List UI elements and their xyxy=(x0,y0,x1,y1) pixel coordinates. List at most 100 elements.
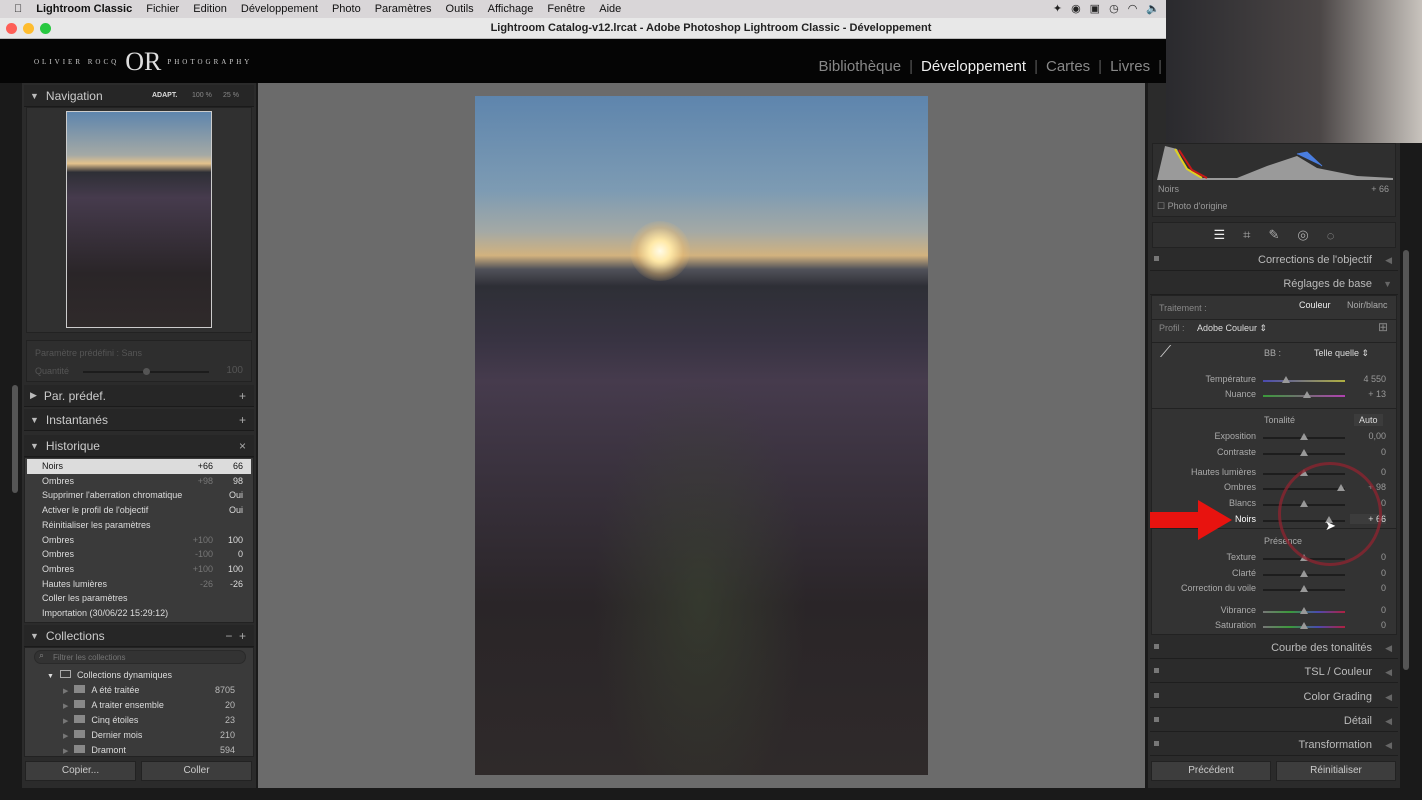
history-item[interactable]: Ombres -100 0 xyxy=(27,547,251,562)
tray-icon[interactable]: ✦ xyxy=(1053,2,1062,15)
slider-saturation[interactable] xyxy=(1263,622,1345,629)
slider-value[interactable]: 0 xyxy=(1350,568,1386,578)
amount-slider-thumb[interactable] xyxy=(143,368,150,375)
history-item[interactable]: Ombres +98 98 xyxy=(27,474,251,489)
reset-button[interactable]: Réinitialiser xyxy=(1276,761,1396,781)
collections-header[interactable]: ▼ Collections − + xyxy=(24,625,254,647)
treatment-bw[interactable]: Noir/blanc xyxy=(1347,300,1388,310)
tray-icon[interactable]: ◉ xyxy=(1071,2,1081,15)
zoom-25[interactable]: 25 % xyxy=(223,92,239,99)
minimize-button[interactable] xyxy=(23,23,34,34)
treatment-color[interactable]: Couleur xyxy=(1299,300,1331,310)
eyedropper-icon[interactable]: ⟋ xyxy=(1160,344,1171,362)
slider-température[interactable] xyxy=(1263,376,1345,383)
zoom-button[interactable] xyxy=(40,23,51,34)
toggle-icon[interactable] xyxy=(1154,692,1159,698)
toggle-icon[interactable] xyxy=(1154,668,1159,674)
menu-app[interactable]: Lightroom Classic xyxy=(36,3,132,15)
navigation-header[interactable]: ▼ Navigation ADAPT. 100 % 25 % xyxy=(24,85,254,107)
sliders-icon[interactable]: ☰ xyxy=(1214,227,1226,243)
slider-exposition[interactable] xyxy=(1263,433,1345,440)
expand-icon[interactable]: ▶ xyxy=(63,748,68,755)
copy-button[interactable]: Copier... xyxy=(25,761,136,781)
menu-parametres[interactable]: Paramètres xyxy=(375,3,432,15)
toggle-icon[interactable] xyxy=(1154,256,1159,261)
slider-thumb[interactable] xyxy=(1300,607,1308,614)
toggle-icon[interactable] xyxy=(1154,741,1159,747)
slider-thumb[interactable] xyxy=(1303,391,1312,398)
section-basic[interactable]: Réglages de base ▼ xyxy=(1150,273,1398,295)
history-item[interactable]: Importation (30/06/22 15:29:12) xyxy=(27,606,251,621)
navigator-thumbnail[interactable] xyxy=(66,111,212,328)
photo-preview[interactable] xyxy=(475,96,928,775)
slider-value[interactable]: 0,00 xyxy=(1350,431,1386,441)
tray-icon[interactable]: ◷ xyxy=(1109,2,1119,15)
history-header[interactable]: ▼ Historique × xyxy=(24,435,254,457)
menu-edition[interactable]: Edition xyxy=(193,3,227,15)
section-lens-corrections[interactable]: Corrections de l'objectif ◀ xyxy=(1150,249,1398,271)
mask-icon[interactable]: ◌ xyxy=(1327,228,1335,243)
module-cartes[interactable]: Cartes xyxy=(1046,58,1090,75)
left-scrollbar[interactable] xyxy=(12,385,18,493)
collection-item[interactable]: ▶ Dernier mois 210 xyxy=(63,728,235,743)
collection-item[interactable]: ▶ Dramont 594 xyxy=(63,743,235,758)
slider-thumb[interactable] xyxy=(1281,376,1290,383)
slider-thumb[interactable] xyxy=(1300,585,1308,592)
paste-button[interactable]: Coller xyxy=(141,761,252,781)
zoom-100[interactable]: 100 % xyxy=(192,92,212,99)
history-item[interactable]: Ombres +100 100 xyxy=(27,562,251,577)
slider-value[interactable]: + 13 xyxy=(1350,389,1386,399)
add-snapshot-icon[interactable]: + xyxy=(239,413,246,427)
slider-thumb[interactable] xyxy=(1300,449,1308,456)
clear-history-icon[interactable]: × xyxy=(239,439,246,453)
heal-icon[interactable]: ✎ xyxy=(1269,227,1280,243)
slider-contraste[interactable] xyxy=(1263,449,1345,456)
presets-header[interactable]: ▶ Par. prédef. + xyxy=(24,385,254,407)
history-item[interactable]: Hautes lumières -26 -26 xyxy=(27,577,251,592)
toggle-icon[interactable] xyxy=(1154,644,1159,649)
slider-vibrance[interactable] xyxy=(1263,607,1345,614)
section-d-tail[interactable]: ◀ Détail xyxy=(1150,709,1398,732)
collection-item[interactable]: ▶ A été traitée 8705 xyxy=(63,683,235,698)
redeye-icon[interactable]: ◎ xyxy=(1297,227,1308,243)
slider-correction-du-voile[interactable] xyxy=(1263,585,1345,592)
slider-clarté[interactable] xyxy=(1263,570,1345,577)
section-color-grading[interactable]: ◀ Color Grading xyxy=(1150,685,1398,708)
slider-thumb[interactable] xyxy=(1300,433,1308,440)
history-item[interactable]: Supprimer l'aberration chromatique Oui xyxy=(27,488,251,503)
menu-developpement[interactable]: Développement xyxy=(241,3,318,15)
history-item[interactable]: Réinitialiser les paramètres xyxy=(27,518,251,533)
volume-icon[interactable]: 🔈 xyxy=(1146,2,1160,15)
tray-icon[interactable]: ▣ xyxy=(1090,2,1100,15)
toggle-icon[interactable] xyxy=(1154,716,1159,722)
previous-button[interactable]: Précédent xyxy=(1151,761,1271,781)
section-courbe-des-tonalit-s[interactable]: ◀ Courbe des tonalités xyxy=(1150,637,1398,659)
navigator[interactable] xyxy=(26,107,252,333)
slider-value[interactable]: 0 xyxy=(1350,447,1386,457)
collection-item[interactable]: ▶ A traiter ensemble 20 xyxy=(63,698,235,713)
expand-icon[interactable]: ▼ xyxy=(47,673,54,680)
menu-fenetre[interactable]: Fenêtre xyxy=(547,3,585,15)
apple-icon[interactable]:  xyxy=(14,3,22,15)
expand-icon[interactable]: ▶ xyxy=(63,718,68,725)
snapshots-header[interactable]: ▼ Instantanés + xyxy=(24,409,254,431)
slider-value[interactable]: 0 xyxy=(1350,583,1386,593)
section-tsl-couleur[interactable]: ◀ TSL / Couleur xyxy=(1150,661,1398,684)
slider-value[interactable]: 4 550 xyxy=(1350,374,1386,384)
crop-icon[interactable]: ⌗ xyxy=(1243,227,1250,243)
filter-collections-input[interactable] xyxy=(34,650,246,664)
module-developpement[interactable]: Développement xyxy=(921,58,1026,75)
menu-fichier[interactable]: Fichier xyxy=(146,3,179,15)
menu-aide[interactable]: Aide xyxy=(599,3,621,15)
expand-icon[interactable]: ▶ xyxy=(63,733,68,740)
history-item[interactable]: Coller les paramètres xyxy=(27,591,251,606)
module-bibliotheque[interactable]: Bibliothèque xyxy=(819,58,902,75)
profile-select[interactable]: Adobe Couleur ⇕ xyxy=(1197,323,1267,334)
original-photo-checkbox[interactable]: ☐ Photo d'origine xyxy=(1157,201,1227,212)
menu-outils[interactable]: Outils xyxy=(446,3,474,15)
auto-button[interactable]: Auto xyxy=(1354,414,1383,426)
add-preset-icon[interactable]: + xyxy=(239,389,246,403)
slider-value[interactable]: 0 xyxy=(1350,605,1386,615)
history-item[interactable]: Ombres +100 100 xyxy=(27,533,251,548)
slider-value[interactable]: 0 xyxy=(1350,620,1386,630)
